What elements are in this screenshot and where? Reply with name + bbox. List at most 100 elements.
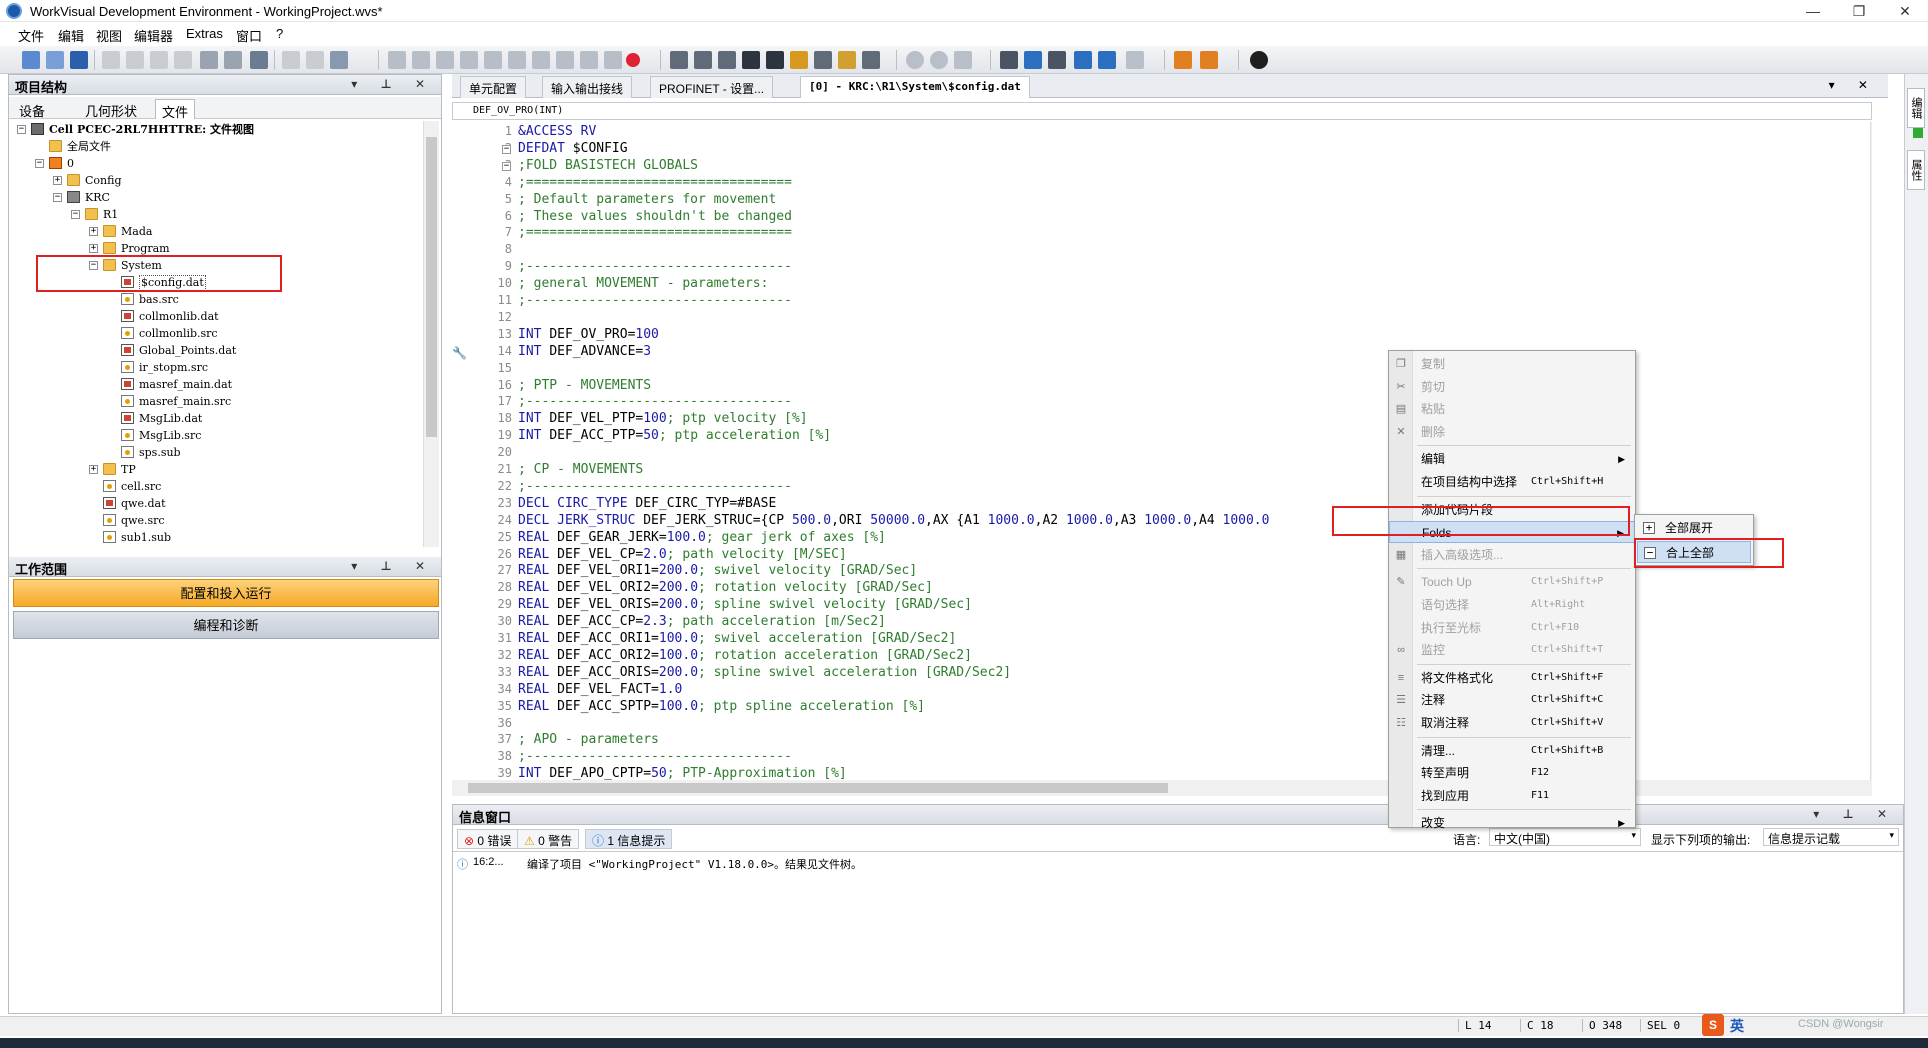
- zoom-out-icon[interactable]: [1098, 51, 1116, 69]
- tab-profinet[interactable]: PROFINET - 设置...: [650, 76, 774, 98]
- refresh-icon[interactable]: [224, 51, 242, 69]
- file-icon[interactable]: [556, 51, 574, 69]
- collapse-icon[interactable]: −: [71, 210, 80, 219]
- tree-item[interactable]: collmonlib.dat: [9, 308, 423, 325]
- align-center-icon[interactable]: [1024, 51, 1042, 69]
- code-line[interactable]: ;----------------------------------: [518, 479, 792, 494]
- context-menu-item[interactable]: ❐ 复制: [1389, 353, 1635, 375]
- stop-icon[interactable]: [484, 51, 502, 69]
- menu-file[interactable]: 文件: [18, 26, 44, 45]
- tree-item[interactable]: + TP: [9, 461, 423, 478]
- menu-editor[interactable]: 编辑器: [134, 26, 173, 45]
- tree-item[interactable]: sps.sub: [9, 444, 423, 461]
- code-line[interactable]: ;----------------------------------: [518, 293, 792, 308]
- settings-icon[interactable]: [508, 51, 526, 69]
- code-line[interactable]: ; general MOVEMENT - parameters:: [518, 276, 768, 291]
- editor-hscrollbar-thumb[interactable]: [468, 783, 1168, 793]
- work-range-controls[interactable]: ▾ ⊥ ✕: [351, 559, 435, 573]
- tree-scrollbar-thumb[interactable]: [426, 137, 437, 437]
- side-tab-properties[interactable]: 属性: [1907, 150, 1925, 190]
- code-line[interactable]: REAL DEF_GEAR_JERK=100.0; gear jerk of a…: [518, 530, 886, 545]
- tree-item[interactable]: masref_main.src: [9, 393, 423, 410]
- filter-icon[interactable]: [694, 51, 712, 69]
- context-menu-item[interactable]: ✂ 剪切: [1389, 376, 1635, 398]
- undo-icon[interactable]: [282, 51, 300, 69]
- collapse-icon[interactable]: −: [17, 125, 26, 134]
- tab-errors[interactable]: ⊗ 0 错误: [457, 829, 519, 849]
- editor-vscrollbar[interactable]: [1870, 122, 1872, 780]
- tree-item[interactable]: bas.src: [9, 291, 423, 308]
- record-icon[interactable]: [626, 53, 640, 67]
- tab-config-dat[interactable]: [0] - KRC:\R1\System\$config.dat: [800, 76, 1030, 98]
- code-line[interactable]: ;----------------------------------: [518, 749, 792, 764]
- save-icon[interactable]: [70, 51, 88, 69]
- code-line[interactable]: ; PTP - MOVEMENTS: [518, 378, 651, 393]
- code-line[interactable]: REAL DEF_ACC_SPTP=100.0; ptp spline acce…: [518, 699, 925, 714]
- code-line[interactable]: ;==================================: [518, 175, 792, 190]
- code-line[interactable]: INT DEF_ACC_PTP=50; ptp acceleration [%]: [518, 428, 831, 443]
- network-icon[interactable]: [930, 51, 948, 69]
- expand-icon[interactable]: +: [89, 244, 98, 253]
- import-icon[interactable]: [604, 51, 622, 69]
- copy-icon[interactable]: [126, 51, 144, 69]
- step-icon[interactable]: [460, 51, 478, 69]
- tree-item[interactable]: 全局文件: [9, 138, 423, 155]
- tree-item[interactable]: sub1.sub: [9, 529, 423, 546]
- globe-icon[interactable]: [906, 51, 924, 69]
- robot-icon[interactable]: [670, 51, 688, 69]
- tree-item[interactable]: collmonlib.src: [9, 325, 423, 342]
- code-editor[interactable]: 1234567891011121314151617181920212223242…: [452, 122, 1872, 782]
- gear-icon[interactable]: [532, 51, 550, 69]
- context-menu-item[interactable]: ▦ 插入高级选项...: [1389, 544, 1635, 566]
- tab-warnings[interactable]: ⚠ 0 警告: [517, 829, 580, 849]
- expand-icon[interactable]: +: [89, 465, 98, 474]
- search-icon[interactable]: [790, 51, 808, 69]
- output-select[interactable]: 信息提示记载 ▾: [1763, 828, 1899, 846]
- context-menu-item[interactable]: ✕ 删除: [1389, 421, 1635, 443]
- paste-icon[interactable]: [150, 51, 168, 69]
- context-menu-item[interactable]: ∞ 监控 Ctrl+Shift+T: [1389, 639, 1635, 661]
- tools-icon[interactable]: [742, 51, 760, 69]
- ime-lang[interactable]: 英: [1730, 1016, 1744, 1036]
- pause-icon[interactable]: [436, 51, 454, 69]
- lock-icon[interactable]: [766, 51, 784, 69]
- code-line[interactable]: INT DEF_APO_CPTP=50; PTP-Approximation […: [518, 766, 847, 781]
- menu-window[interactable]: 窗口: [236, 26, 262, 45]
- code-line[interactable]: REAL DEF_ACC_CP=2.3; path acceleration […: [518, 614, 886, 629]
- help-icon[interactable]: [1250, 51, 1268, 69]
- code-line[interactable]: REAL DEF_VEL_ORI2=200.0; rotation veloci…: [518, 580, 933, 595]
- tree-item[interactable]: masref_main.dat: [9, 376, 423, 393]
- note-icon[interactable]: [838, 51, 856, 69]
- context-menu-item[interactable]: 编辑 ▶: [1389, 448, 1635, 470]
- code-line[interactable]: ;==================================: [518, 225, 792, 240]
- code-line[interactable]: REAL DEF_VEL_CP=2.0; path velocity [M/SE…: [518, 547, 847, 562]
- procedure-selector[interactable]: DEF_OV_PRO(INT): [452, 102, 1872, 120]
- program-and-diagnose-button[interactable]: 编程和诊断: [13, 611, 439, 639]
- minimize-button[interactable]: —: [1790, 0, 1836, 22]
- tree-item[interactable]: ir_stopm.src: [9, 359, 423, 376]
- code-line[interactable]: REAL DEF_ACC_ORIS=200.0; spline swivel a…: [518, 665, 1011, 680]
- context-menu-item[interactable]: 语句选择 Alt+Right: [1389, 594, 1635, 616]
- tab-io-wiring[interactable]: 输入输出接线: [542, 76, 633, 98]
- play-icon[interactable]: [412, 51, 430, 69]
- code-line[interactable]: REAL DEF_VEL_ORI1=200.0; swivel velocity…: [518, 563, 917, 578]
- align-left-icon[interactable]: [1000, 51, 1018, 69]
- menu-view[interactable]: 视图: [96, 26, 122, 45]
- expand-icon[interactable]: +: [89, 227, 98, 236]
- editor-tab-controls[interactable]: ▾ ✕: [1829, 78, 1878, 92]
- tree-item[interactable]: Global_Points.dat: [9, 342, 423, 359]
- menu-edit[interactable]: 编辑: [58, 26, 84, 45]
- info-window-controls[interactable]: ▾ ⊥ ✕: [1813, 807, 1897, 821]
- connect-icon[interactable]: [954, 51, 972, 69]
- build-icon[interactable]: [250, 51, 268, 69]
- code-line[interactable]: REAL DEF_VEL_ORIS=200.0; spline swivel v…: [518, 597, 972, 612]
- maximize-button[interactable]: ❐: [1836, 0, 1882, 22]
- code-line[interactable]: ;----------------------------------: [518, 394, 792, 409]
- code-line[interactable]: INT DEF_ADVANCE=3: [518, 344, 651, 359]
- wand-icon[interactable]: [388, 51, 406, 69]
- configure-and-commission-button[interactable]: 配置和投入运行: [13, 579, 439, 607]
- tree-item[interactable]: MsgLib.dat: [9, 410, 423, 427]
- tree-item[interactable]: MsgLib.src: [9, 427, 423, 444]
- tab-devices[interactable]: 设备: [13, 99, 51, 119]
- target-icon[interactable]: [718, 51, 736, 69]
